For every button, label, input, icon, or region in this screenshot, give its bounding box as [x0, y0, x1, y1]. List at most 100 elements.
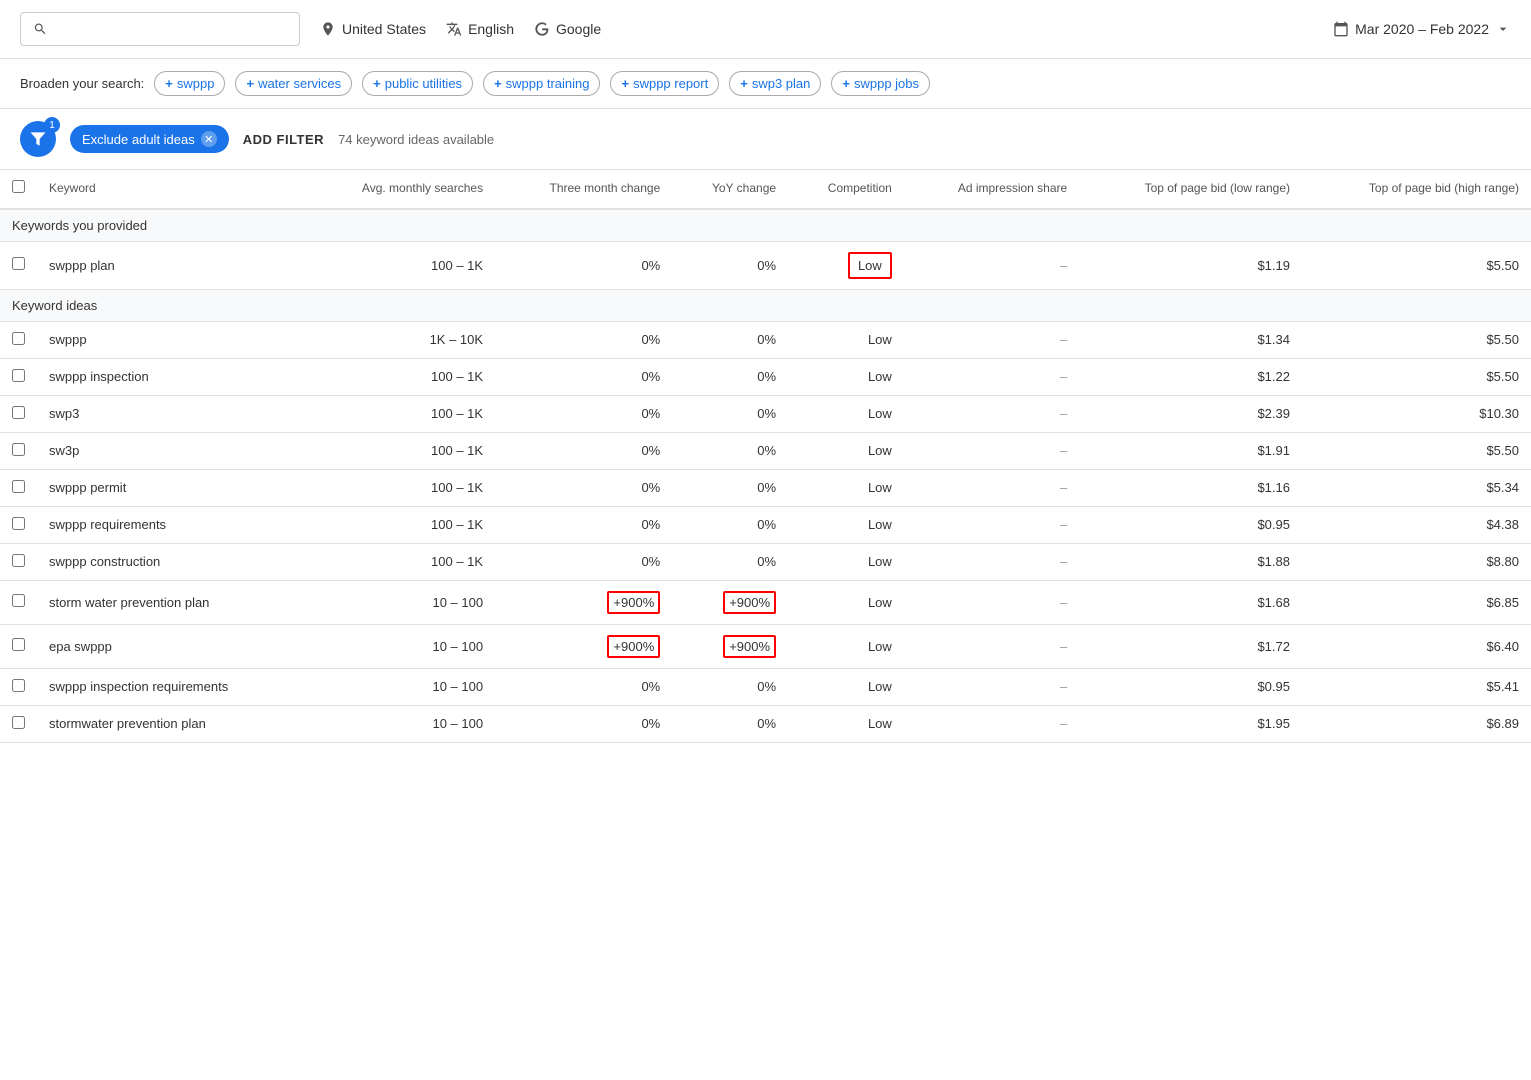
competition-cell: Low [788, 469, 904, 506]
row-checkbox[interactable] [12, 638, 25, 651]
add-filter-button[interactable]: ADD FILTER [243, 132, 324, 147]
top-bid-low-cell: $2.39 [1079, 395, 1302, 432]
row-checkbox-cell[interactable] [0, 624, 37, 668]
competition-cell: Low [788, 321, 904, 358]
keyword-cell: storm water prevention plan [37, 580, 304, 624]
section-ideas: Keyword ideas [0, 289, 1531, 321]
chevron-down-icon [1495, 21, 1511, 37]
three-month-cell: 0% [495, 358, 672, 395]
three-month-cell: +900% [495, 580, 672, 624]
three-month-cell: 0% [495, 668, 672, 705]
top-bid-low-cell: $1.88 [1079, 543, 1302, 580]
keyword-cell: stormwater prevention plan [37, 705, 304, 742]
top-bid-high-cell: $6.40 [1302, 624, 1531, 668]
row-checkbox[interactable] [12, 594, 25, 607]
avg-monthly-cell: 10 – 100 [304, 624, 495, 668]
table-header-row: Keyword Avg. monthly searches Three mont… [0, 170, 1531, 209]
avg-monthly-cell: 100 – 1K [304, 241, 495, 289]
broaden-label: Broaden your search: [20, 76, 144, 91]
row-checkbox[interactable] [12, 369, 25, 382]
top-bid-high-cell: $5.50 [1302, 358, 1531, 395]
row-checkbox-cell[interactable] [0, 543, 37, 580]
table-row: stormwater prevention plan 10 – 100 0% 0… [0, 705, 1531, 742]
filter-bar: 1 Exclude adult ideas ✕ ADD FILTER 74 ke… [0, 109, 1531, 170]
trend-highlight: +900% [723, 591, 776, 614]
exclude-adult-chip[interactable]: Exclude adult ideas ✕ [70, 125, 229, 153]
row-checkbox[interactable] [12, 443, 25, 456]
row-checkbox[interactable] [12, 679, 25, 692]
row-checkbox[interactable] [12, 554, 25, 567]
avg-monthly-cell: 10 – 100 [304, 580, 495, 624]
keyword-table: Keyword Avg. monthly searches Three mont… [0, 170, 1531, 743]
broaden-chip-swppp[interactable]: + swppp [154, 71, 225, 96]
yoy-cell: 0% [672, 241, 788, 289]
header-three-month[interactable]: Three month change [495, 170, 672, 209]
row-checkbox-cell[interactable] [0, 580, 37, 624]
broaden-chip-swppp-report[interactable]: + swppp report [610, 71, 719, 96]
three-month-cell: 0% [495, 543, 672, 580]
broaden-chip-swppp-training[interactable]: + swppp training [483, 71, 600, 96]
date-range-picker[interactable]: Mar 2020 – Feb 2022 [1333, 21, 1511, 37]
yoy-cell: +900% [672, 580, 788, 624]
header-keyword[interactable]: Keyword [37, 170, 304, 209]
top-bid-low-cell: $1.72 [1079, 624, 1302, 668]
row-checkbox-cell[interactable] [0, 432, 37, 469]
top-bid-low-cell: $1.95 [1079, 705, 1302, 742]
keyword-cell: sw3p [37, 432, 304, 469]
avg-monthly-cell: 100 – 1K [304, 395, 495, 432]
row-checkbox[interactable] [12, 257, 25, 270]
top-bid-high-cell: $8.80 [1302, 543, 1531, 580]
row-checkbox[interactable] [12, 716, 25, 729]
language-selector[interactable]: English [446, 21, 514, 37]
header-avg-monthly[interactable]: Avg. monthly searches [304, 170, 495, 209]
yoy-cell: 0% [672, 506, 788, 543]
broaden-chip-swppp-jobs[interactable]: + swppp jobs [831, 71, 930, 96]
row-checkbox[interactable] [12, 517, 25, 530]
row-checkbox-cell[interactable] [0, 395, 37, 432]
broaden-chip-swp3-plan[interactable]: + swp3 plan [729, 71, 821, 96]
table-row: swppp inspection 100 – 1K 0% 0% Low – $1… [0, 358, 1531, 395]
top-bid-low-cell: $1.91 [1079, 432, 1302, 469]
ad-impression-cell: – [904, 469, 1079, 506]
row-checkbox[interactable] [12, 480, 25, 493]
broaden-chip-public-utilities[interactable]: + public utilities [362, 71, 473, 96]
row-checkbox-cell[interactable] [0, 506, 37, 543]
broaden-chip-water-services[interactable]: + water services [235, 71, 352, 96]
ad-impression-cell: – [904, 580, 1079, 624]
row-checkbox-cell[interactable] [0, 241, 37, 289]
yoy-cell: 0% [672, 705, 788, 742]
trend-highlight: +900% [607, 591, 660, 614]
row-checkbox[interactable] [12, 332, 25, 345]
header-ad-impression[interactable]: Ad impression share [904, 170, 1079, 209]
row-checkbox-cell[interactable] [0, 358, 37, 395]
three-month-cell: 0% [495, 469, 672, 506]
table-row: swppp permit 100 – 1K 0% 0% Low – $1.16 … [0, 469, 1531, 506]
language-label: English [468, 21, 514, 37]
search-box[interactable]: swppp plan [20, 12, 300, 46]
row-checkbox-cell[interactable] [0, 668, 37, 705]
three-month-cell: 0% [495, 705, 672, 742]
header-yoy[interactable]: YoY change [672, 170, 788, 209]
top-bid-low-cell: $1.34 [1079, 321, 1302, 358]
row-checkbox-cell[interactable] [0, 469, 37, 506]
ad-impression-cell: – [904, 624, 1079, 668]
header-top-bid-high[interactable]: Top of page bid (high range) [1302, 170, 1531, 209]
top-bid-high-cell: $5.50 [1302, 432, 1531, 469]
select-all-checkbox[interactable] [12, 180, 25, 193]
search-input[interactable]: swppp plan [56, 21, 287, 37]
location-selector[interactable]: United States [320, 21, 426, 37]
exclude-adult-remove-button[interactable]: ✕ [201, 131, 217, 147]
yoy-cell: 0% [672, 668, 788, 705]
row-checkbox[interactable] [12, 406, 25, 419]
row-checkbox-cell[interactable] [0, 705, 37, 742]
avg-monthly-cell: 10 – 100 [304, 668, 495, 705]
search-engine-selector[interactable]: Google [534, 21, 601, 37]
row-checkbox-cell[interactable] [0, 321, 37, 358]
top-bid-high-cell: $10.30 [1302, 395, 1531, 432]
calendar-icon [1333, 21, 1349, 37]
avg-monthly-cell: 10 – 100 [304, 705, 495, 742]
header-competition[interactable]: Competition [788, 170, 904, 209]
three-month-cell: 0% [495, 241, 672, 289]
header-top-bid-low[interactable]: Top of page bid (low range) [1079, 170, 1302, 209]
yoy-cell: 0% [672, 432, 788, 469]
